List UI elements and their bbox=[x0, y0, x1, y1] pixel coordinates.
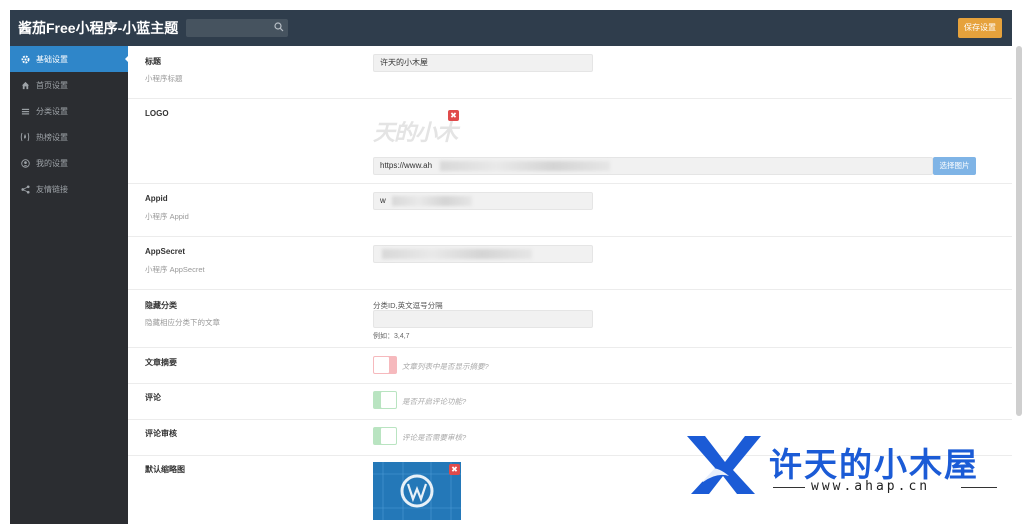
hidden-category-input[interactable] bbox=[373, 310, 593, 328]
toggle-knob bbox=[374, 357, 389, 373]
comment-review-toggle[interactable] bbox=[373, 427, 397, 445]
list-icon bbox=[20, 106, 30, 116]
title-desc: 小程序标题 bbox=[145, 74, 183, 83]
sidebar-item-hot[interactable]: 热榜设置 bbox=[10, 124, 128, 150]
toggle-knob bbox=[381, 428, 396, 444]
fire-icon bbox=[20, 132, 30, 142]
hidden-category-desc: 隐藏相应分类下的文章 bbox=[145, 318, 220, 327]
summary-toggle[interactable] bbox=[373, 356, 397, 374]
form-row-default-thumbnail: 默认缩略图 ✖ bbox=[128, 456, 1012, 524]
comment-toggle-text: 是否开启评论功能? bbox=[402, 397, 467, 406]
form-row-appid: Appid 小程序 Appid w bbox=[128, 184, 1012, 237]
form-row-summary: 文章摘要 文章列表中是否显示摘要? bbox=[128, 348, 1012, 384]
hidden-category-label: 隐藏分类 bbox=[145, 301, 177, 310]
search-input[interactable] bbox=[186, 19, 289, 37]
appid-desc: 小程序 Appid bbox=[145, 212, 189, 221]
page-scrollbar[interactable] bbox=[1016, 46, 1022, 416]
home-icon bbox=[20, 80, 30, 90]
default-thumbnail-label: 默认缩略图 bbox=[145, 465, 185, 474]
comment-review-label: 评论审核 bbox=[145, 429, 177, 438]
choose-image-button[interactable]: 选择图片 bbox=[933, 157, 976, 175]
sidebar-item-mine[interactable]: 我的设置 bbox=[10, 150, 128, 176]
sidebar-item-home[interactable]: 首页设置 bbox=[10, 72, 128, 98]
appsecret-desc: 小程序 AppSecret bbox=[145, 265, 205, 274]
form-row-hidden-category: 隐藏分类 隐藏相应分类下的文章 分类ID,英文逗号分隔 例如：3,4,7 bbox=[128, 290, 1012, 348]
blurred-appid bbox=[392, 196, 472, 206]
comment-review-toggle-text: 评论是否需要审核? bbox=[402, 433, 467, 442]
logo-url-value: https://www.ah bbox=[380, 161, 433, 170]
form-row-comment-review: 评论审核 评论是否需要审核? bbox=[128, 420, 1012, 456]
sidebar-item-label: 首页设置 bbox=[36, 80, 68, 90]
sidebar: 基础设置 首页设置 分类设置 热榜设置 我的设置 友情链接 bbox=[10, 46, 129, 524]
appid-input[interactable]: w bbox=[373, 192, 593, 210]
hidden-category-example: 例如：3,4,7 bbox=[373, 333, 410, 340]
comment-toggle[interactable] bbox=[373, 391, 397, 409]
appsecret-input[interactable] bbox=[373, 245, 593, 263]
remove-thumbnail-icon[interactable]: ✖ bbox=[449, 464, 460, 475]
settings-form: 标题 小程序标题 许天的小木屋 LOGO 天的小木 ✖ https://www.… bbox=[128, 46, 1012, 524]
default-thumbnail-image bbox=[373, 462, 461, 520]
title-label: 标题 bbox=[145, 57, 161, 66]
blurred-appsecret bbox=[382, 249, 532, 259]
appid-value: w bbox=[380, 196, 386, 205]
remove-logo-icon[interactable]: ✖ bbox=[448, 110, 459, 121]
summary-toggle-text: 文章列表中是否显示摘要? bbox=[402, 362, 489, 371]
sidebar-item-label: 我的设置 bbox=[36, 158, 68, 168]
appsecret-label: AppSecret bbox=[145, 247, 186, 256]
app-title: 酱茄Free小程序-小蓝主题 bbox=[18, 20, 179, 36]
form-row-appsecret: AppSecret 小程序 AppSecret bbox=[128, 237, 1012, 290]
form-row-comment: 评论 是否开启评论功能? bbox=[128, 384, 1012, 420]
search-icon[interactable] bbox=[274, 22, 284, 32]
comment-label: 评论 bbox=[145, 393, 161, 402]
form-row-logo: LOGO 天的小木 ✖ https://www.ah 选择图片 bbox=[128, 99, 1012, 184]
sidebar-item-links[interactable]: 友情链接 bbox=[10, 176, 128, 202]
sidebar-item-label: 热榜设置 bbox=[36, 132, 68, 142]
logo-label: LOGO bbox=[145, 109, 169, 118]
appid-label: Appid bbox=[145, 194, 168, 203]
wordpress-logo-icon bbox=[373, 462, 461, 520]
sidebar-item-label: 基础设置 bbox=[36, 54, 68, 64]
form-row-title: 标题 小程序标题 许天的小木屋 bbox=[128, 46, 1012, 99]
share-icon bbox=[20, 184, 30, 194]
save-settings-button[interactable]: 保存设置 bbox=[958, 18, 1002, 38]
toggle-knob bbox=[381, 392, 396, 408]
gear-icon bbox=[20, 54, 30, 64]
top-header: 酱茄Free小程序-小蓝主题 保存设置 bbox=[10, 10, 1012, 46]
blurred-url bbox=[440, 161, 610, 171]
title-input[interactable]: 许天的小木屋 bbox=[373, 54, 593, 72]
sidebar-item-label: 分类设置 bbox=[36, 106, 68, 116]
user-icon bbox=[20, 158, 30, 168]
logo-preview: 天的小木 bbox=[373, 121, 458, 146]
sidebar-item-basic[interactable]: 基础设置 bbox=[10, 46, 129, 72]
sidebar-item-label: 友情链接 bbox=[36, 184, 68, 194]
sidebar-item-category[interactable]: 分类设置 bbox=[10, 98, 128, 124]
logo-url-input[interactable]: https://www.ah bbox=[373, 157, 933, 175]
summary-label: 文章摘要 bbox=[145, 358, 177, 367]
